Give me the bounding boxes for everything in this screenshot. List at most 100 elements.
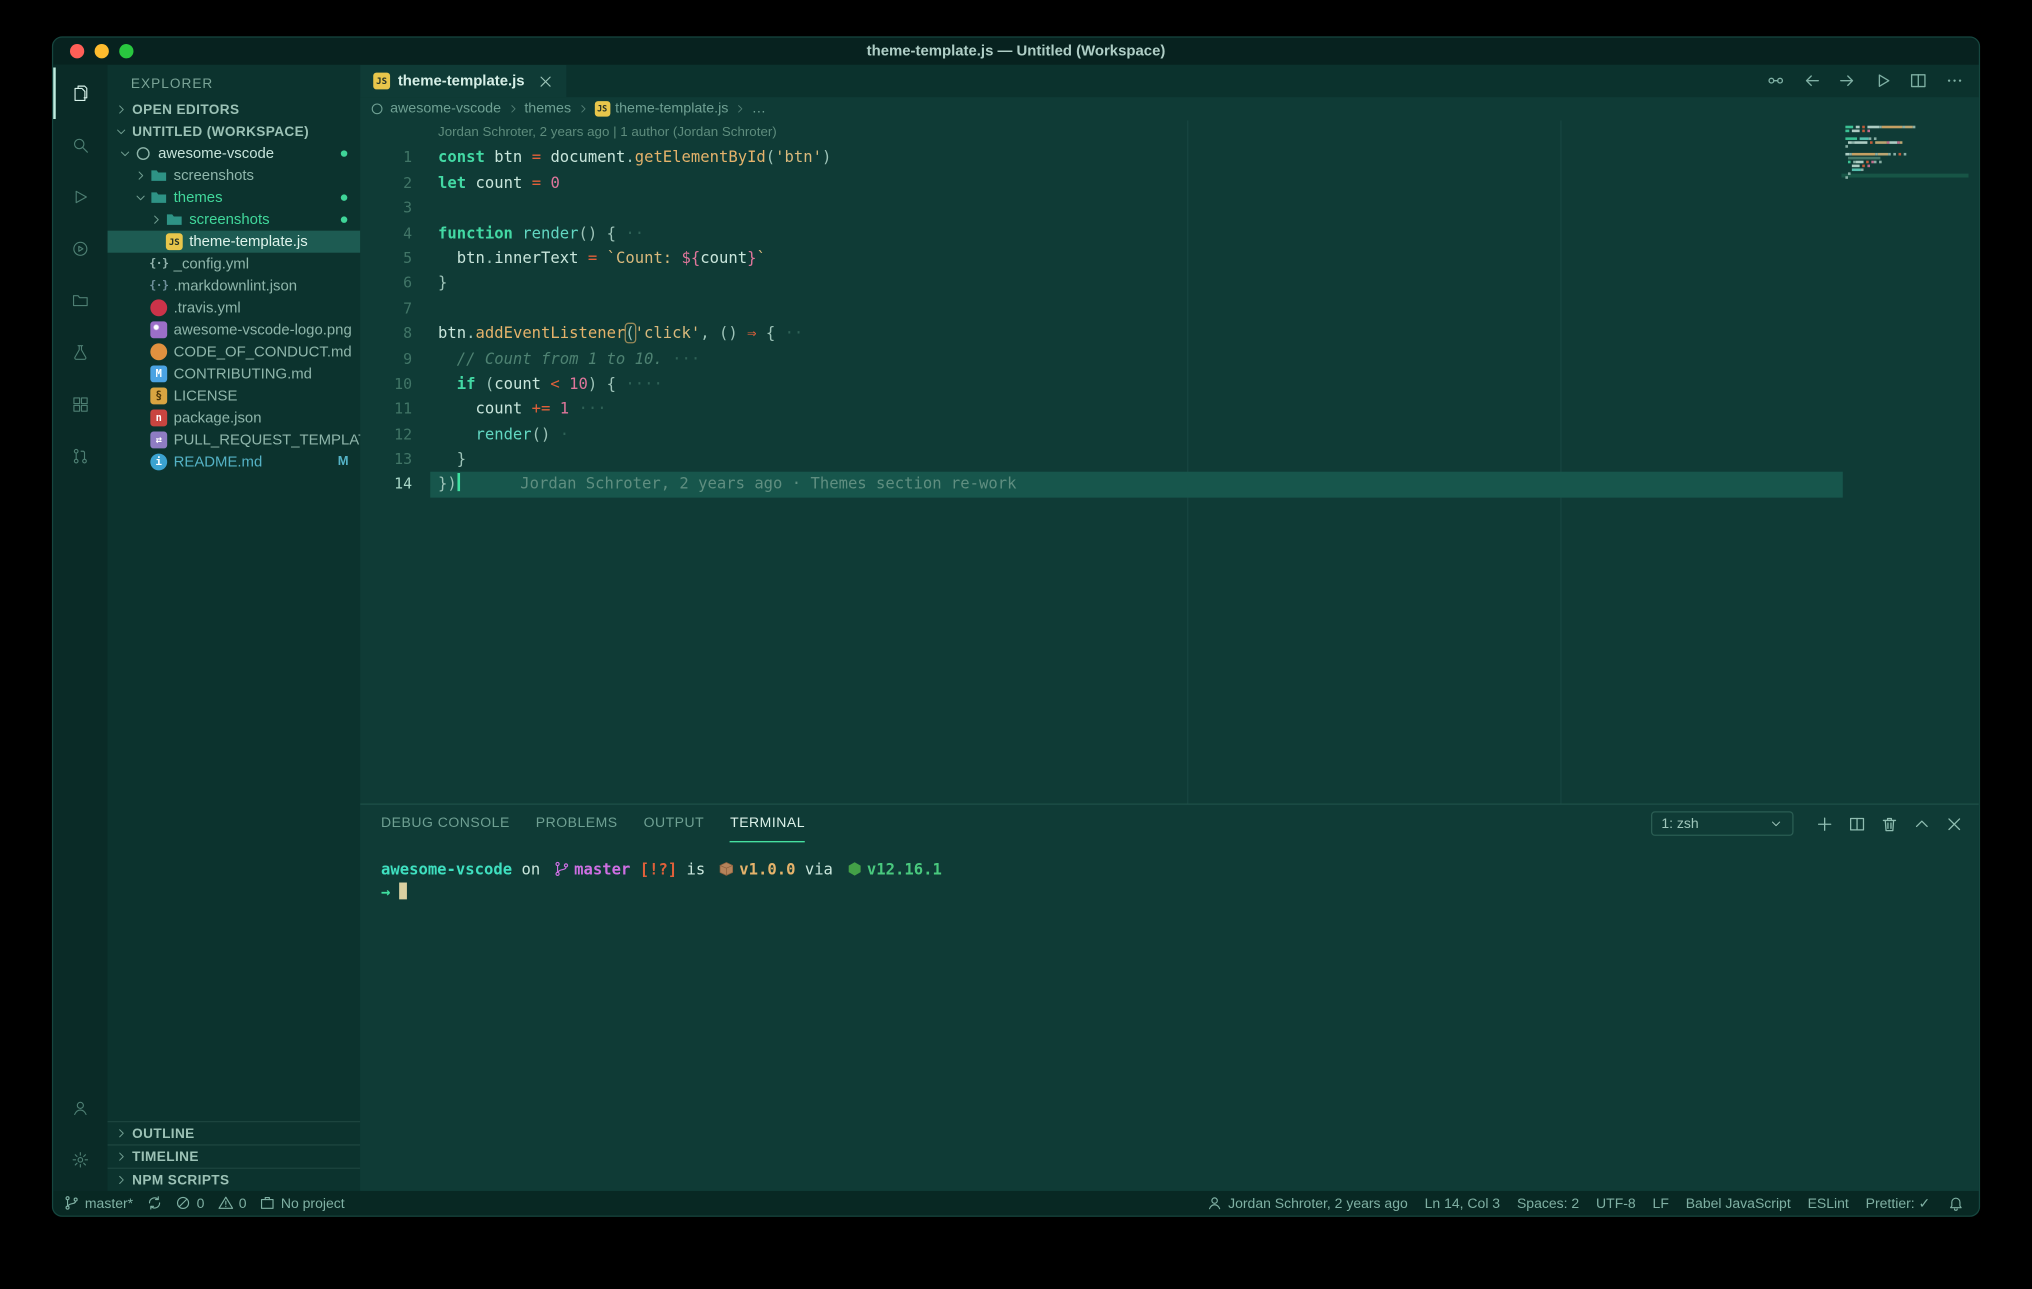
panel-tab-problems[interactable]: PROBLEMS bbox=[536, 805, 618, 843]
status-ln-14-col-3[interactable]: Ln 14, Col 3 bbox=[1425, 1195, 1500, 1211]
split-terminal-icon[interactable] bbox=[1848, 814, 1866, 832]
tree-item-contributing-md[interactable]: MCONTRIBUTING.md bbox=[108, 363, 361, 385]
tree-item-theme-template-js[interactable]: JStheme-template.js bbox=[108, 231, 361, 253]
panel-tab-debug-console[interactable]: DEBUG CONSOLE bbox=[381, 805, 510, 843]
status-0[interactable]: 0 bbox=[217, 1195, 246, 1211]
run-debug-activity-button[interactable] bbox=[53, 171, 107, 223]
files-activity-button[interactable] bbox=[53, 67, 107, 119]
conduct-file-icon bbox=[150, 343, 167, 360]
sidebar-bottom-sections: OUTLINETIMELINENPM SCRIPTS bbox=[108, 1121, 361, 1191]
section-npm-scripts[interactable]: NPM SCRIPTS bbox=[108, 1168, 361, 1191]
play-circle-activity-button[interactable] bbox=[53, 223, 107, 275]
code-line-5[interactable]: 5 btn.innerText = `Count: ${count}` bbox=[360, 246, 1979, 271]
codelens-blame[interactable]: Jordan Schroter, 2 years ago | 1 author … bbox=[438, 121, 1979, 146]
code-line-6[interactable]: 6} bbox=[360, 271, 1979, 296]
code-line-11[interactable]: 11 count += 1 ··· bbox=[360, 397, 1979, 422]
run-icon[interactable] bbox=[1873, 72, 1892, 91]
close-window-button[interactable] bbox=[70, 44, 84, 58]
zoom-window-button[interactable] bbox=[119, 44, 133, 58]
code-line-1[interactable]: 1const btn = document.getElementById('bt… bbox=[360, 146, 1979, 171]
tree-item-pull-request-template-md[interactable]: ⇄PULL_REQUEST_TEMPLATE.md bbox=[108, 429, 361, 451]
tree-item-screenshots[interactable]: screenshots bbox=[108, 165, 361, 187]
code-line-4[interactable]: 4function render() { ·· bbox=[360, 221, 1979, 246]
close-panel-icon[interactable] bbox=[1945, 814, 1963, 832]
tree-item-awesome-vscode-logo-png[interactable]: awesome-vscode-logo.png bbox=[108, 319, 361, 341]
line-content: count += 1 ··· bbox=[412, 400, 607, 418]
panel-tab-output[interactable]: OUTPUT bbox=[644, 805, 705, 843]
code-line-9[interactable]: 9 // Count from 1 to 10. ··· bbox=[360, 347, 1979, 372]
new-terminal-icon[interactable] bbox=[1816, 814, 1834, 832]
chevron-right-icon bbox=[114, 1173, 128, 1187]
code-line-12[interactable]: 12 render() · bbox=[360, 422, 1979, 447]
section-timeline[interactable]: TIMELINE bbox=[108, 1144, 361, 1167]
more-icon[interactable] bbox=[1945, 72, 1964, 91]
flask-activity-button[interactable] bbox=[53, 327, 107, 379]
status-master[interactable]: master* bbox=[64, 1195, 134, 1211]
extensions-activity-button[interactable] bbox=[53, 378, 107, 430]
tree-item-travis-yml[interactable]: .travis.yml bbox=[108, 297, 361, 319]
tree-item-markdownlint-json[interactable]: {·}.markdownlint.json bbox=[108, 275, 361, 297]
tree-item-package-json[interactable]: npackage.json bbox=[108, 407, 361, 429]
panel-tab-terminal[interactable]: TERMINAL bbox=[730, 805, 805, 843]
status-0[interactable]: 0 bbox=[175, 1195, 204, 1211]
account-activity-button[interactable] bbox=[53, 1082, 107, 1134]
git-pull-request-activity-button[interactable] bbox=[53, 430, 107, 482]
line-content: } bbox=[412, 274, 447, 292]
folder-outline-activity-button[interactable] bbox=[53, 275, 107, 327]
status-babel-javascript[interactable]: Babel JavaScript bbox=[1686, 1195, 1791, 1211]
open-editors-section[interactable]: OPEN EDITORS bbox=[108, 98, 361, 120]
terminal-select[interactable]: 1: zsh bbox=[1651, 811, 1794, 836]
status-eslint[interactable]: ESLint bbox=[1808, 1195, 1849, 1211]
code-line-3[interactable]: 3 bbox=[360, 196, 1979, 221]
workspace-section[interactable]: UNTITLED (WORKSPACE) bbox=[108, 121, 361, 143]
status-lf[interactable]: LF bbox=[1653, 1195, 1669, 1211]
line-number: 1 bbox=[360, 146, 412, 171]
compare-icon[interactable] bbox=[1766, 72, 1785, 91]
status-jordan-schroter-2-years-ago[interactable]: Jordan Schroter, 2 years ago bbox=[1207, 1195, 1408, 1211]
breadcrumb-theme-template-js[interactable]: JStheme-template.js bbox=[594, 101, 728, 117]
tree-item-themes[interactable]: themes bbox=[108, 187, 361, 209]
status-no-project[interactable]: No project bbox=[259, 1195, 344, 1211]
status-sync[interactable] bbox=[146, 1195, 162, 1211]
tree-item-license[interactable]: §LICENSE bbox=[108, 385, 361, 407]
status-utf-8[interactable]: UTF-8 bbox=[1596, 1195, 1636, 1211]
breadcrumb-[interactable]: … bbox=[752, 101, 766, 117]
maximize-panel-icon[interactable] bbox=[1913, 814, 1931, 832]
code-editor[interactable]: Jordan Schroter, 2 years ago | 1 author … bbox=[360, 121, 1979, 804]
line-content: function render() { ·· bbox=[412, 224, 644, 242]
panel-header: DEBUG CONSOLE PROBLEMS OUTPUT TERMINAL 1: z… bbox=[360, 805, 1979, 843]
folder-file-icon bbox=[166, 211, 183, 228]
tab-theme-template-js[interactable]: JS theme-template.js bbox=[360, 65, 566, 97]
status-spaces-2[interactable]: Spaces: 2 bbox=[1517, 1195, 1579, 1211]
line-content: let count = 0 bbox=[412, 173, 560, 191]
code-line-2[interactable]: 2let count = 0 bbox=[360, 171, 1979, 196]
status-bell[interactable] bbox=[1947, 1195, 1963, 1211]
breadcrumb-themes[interactable]: themes bbox=[524, 101, 571, 117]
tree-item-code-of-conduct-md[interactable]: CODE_OF_CONDUCT.md bbox=[108, 341, 361, 363]
tree-item-config-yml[interactable]: {·}_config.yml bbox=[108, 253, 361, 275]
breadcrumb-awesome-vscode[interactable]: awesome-vscode bbox=[369, 101, 501, 117]
code-line-8[interactable]: 8btn.addEventListener('click', () ⇒ { ·· bbox=[360, 322, 1979, 347]
close-tab-icon[interactable] bbox=[538, 73, 554, 89]
search-activity-button[interactable] bbox=[53, 119, 107, 171]
tree-item-label: CONTRIBUTING.md bbox=[174, 366, 312, 382]
settings-gear-activity-button[interactable] bbox=[53, 1134, 107, 1186]
minimize-window-button[interactable] bbox=[95, 44, 109, 58]
split-editor-icon[interactable] bbox=[1909, 72, 1928, 91]
code-line-7[interactable]: 7 bbox=[360, 296, 1979, 321]
terminal-output[interactable]: awesome-vscode on master [!?] is v1.0.0 … bbox=[360, 842, 1979, 920]
code-line-10[interactable]: 10 if (count < 10) { ···· bbox=[360, 372, 1979, 397]
titlebar: theme-template.js — Untitled (Workspace) bbox=[53, 38, 1979, 65]
code-line-14[interactable]: 14})Jordan Schroter, 2 years ago · Theme… bbox=[360, 472, 1979, 497]
kill-terminal-icon[interactable] bbox=[1880, 814, 1898, 832]
code-line-13[interactable]: 13 } bbox=[360, 447, 1979, 472]
tree-item-awesome-vscode[interactable]: awesome-vscode bbox=[108, 143, 361, 165]
status-prettier[interactable]: Prettier: ✓ bbox=[1866, 1195, 1931, 1212]
minimap[interactable] bbox=[1842, 123, 1969, 177]
tree-item-readme-md[interactable]: iREADME.mdM bbox=[108, 451, 361, 473]
arrow-back-icon[interactable] bbox=[1802, 72, 1821, 91]
tree-item-screenshots[interactable]: screenshots bbox=[108, 209, 361, 231]
section-outline[interactable]: OUTLINE bbox=[108, 1121, 361, 1144]
chevron-down-icon bbox=[118, 146, 132, 160]
arrow-forward-icon[interactable] bbox=[1838, 72, 1857, 91]
